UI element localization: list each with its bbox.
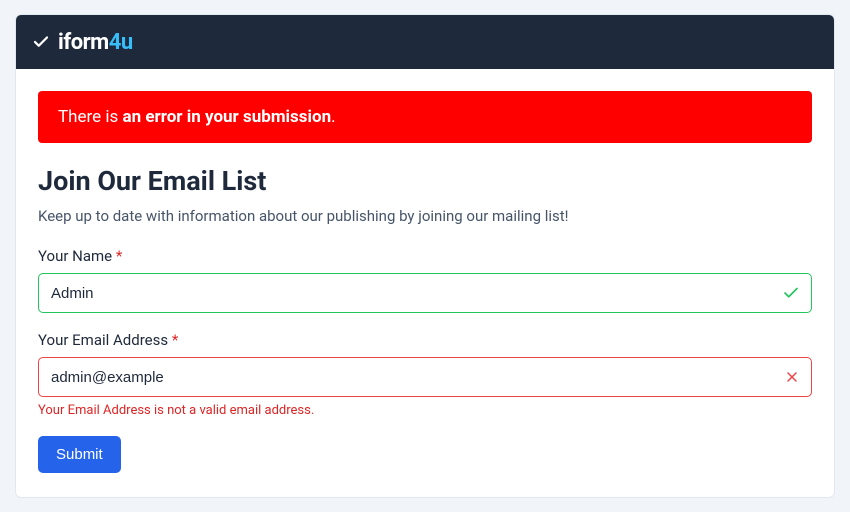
check-icon (782, 284, 800, 302)
name-label: Your Name * (38, 247, 812, 265)
error-alert: There is an error in your submission. (38, 91, 812, 143)
required-mark: * (172, 331, 178, 349)
email-input-wrap (38, 357, 812, 397)
email-input[interactable] (38, 357, 812, 397)
email-label-text: Your Email Address (38, 331, 168, 349)
email-field: Your Email Address * Your Email Address … (38, 331, 812, 418)
header-bar: iform4u (16, 15, 834, 69)
page-title: Join Our Email List (38, 165, 812, 197)
email-error-text: Your Email Address is not a valid email … (38, 403, 812, 418)
brand-logo: iform4u (32, 30, 133, 55)
alert-bold: an error in your submission (122, 107, 331, 127)
name-input[interactable] (38, 273, 812, 313)
brand-text: iform4u (58, 30, 133, 55)
name-label-text: Your Name (38, 247, 112, 265)
brand-pre: iform (58, 30, 109, 55)
brand-accent: 4 (109, 30, 121, 55)
brand-post: u (121, 30, 133, 55)
x-icon (784, 369, 800, 385)
name-input-wrap (38, 273, 812, 313)
alert-prefix: There is (58, 107, 122, 127)
page-subtitle: Keep up to date with information about o… (38, 207, 812, 225)
form-body: There is an error in your submission. Jo… (16, 69, 834, 497)
email-label: Your Email Address * (38, 331, 812, 349)
name-field: Your Name * (38, 247, 812, 313)
submit-button[interactable]: Submit (38, 436, 121, 473)
alert-suffix: . (331, 107, 335, 127)
required-mark: * (116, 247, 122, 265)
form-card: iform4u There is an error in your submis… (15, 14, 835, 498)
check-logo-icon (32, 33, 50, 51)
